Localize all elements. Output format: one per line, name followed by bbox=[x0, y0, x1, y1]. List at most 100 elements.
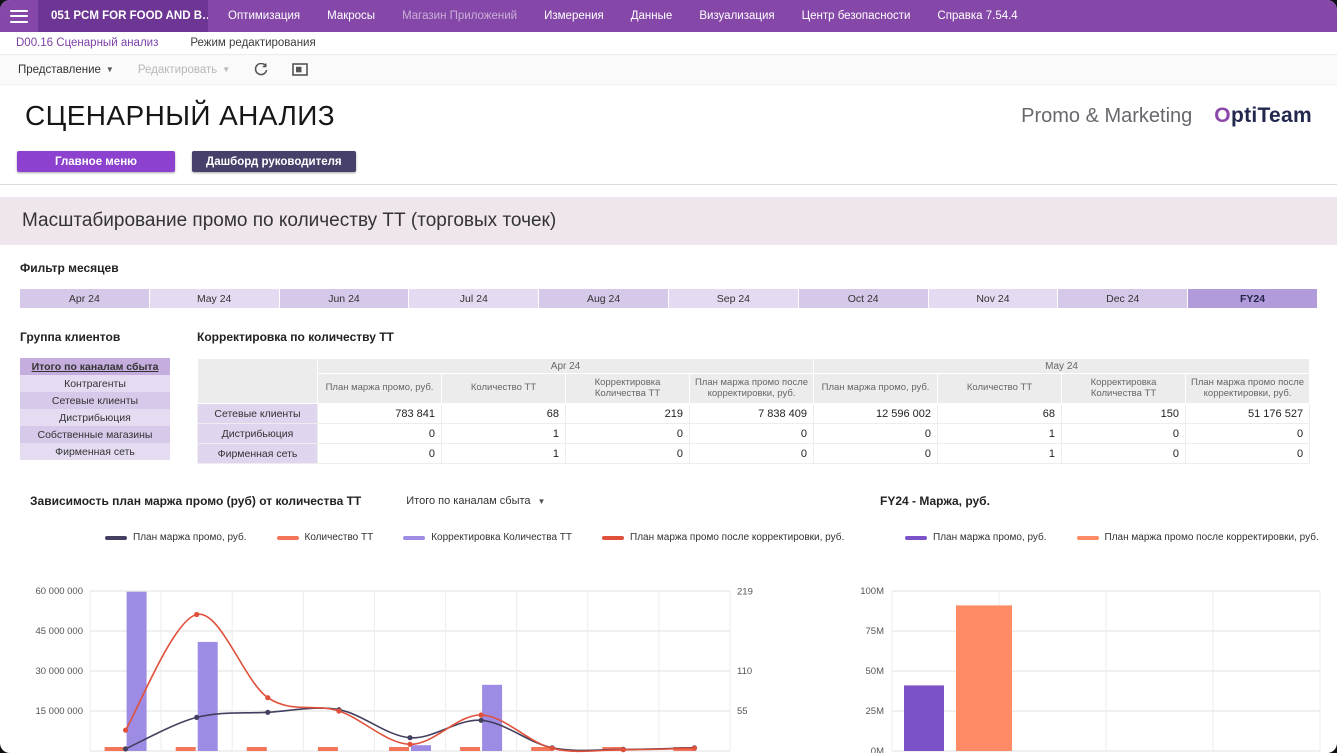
fy24-bar-chart: 100M75M50M25M0M bbox=[850, 569, 1330, 753]
page-title: СЦЕНАРНЫЙ АНАЛИЗ bbox=[25, 100, 335, 132]
topbar-menu-item[interactable]: Визуализация bbox=[699, 10, 774, 22]
table-column-header: Количество ТТ bbox=[938, 374, 1062, 404]
legend-item: План маржа промо после корректировки, ру… bbox=[1077, 532, 1319, 543]
breadcrumb-edit-mode[interactable]: Режим редактирования bbox=[190, 37, 315, 49]
charts-row: Зависимость план маржа промо (руб) от ко… bbox=[0, 494, 1337, 753]
top-menubar: 051 PCM FOR FOOD AND B… Оптимизация Макро… bbox=[0, 0, 1337, 32]
table-cell[interactable]: 0 bbox=[814, 424, 938, 444]
table-cell[interactable]: 1 bbox=[938, 444, 1062, 464]
legend-swatch bbox=[602, 536, 624, 540]
month-filter-tab[interactable]: Dec 24 bbox=[1058, 289, 1188, 308]
table-cell[interactable]: 0 bbox=[814, 444, 938, 464]
table-row-label[interactable]: Сетевые клиенты bbox=[198, 404, 318, 424]
legend-swatch bbox=[403, 536, 425, 540]
client-group-item[interactable]: Итого по каналам сбыта bbox=[20, 358, 170, 375]
adjustment-table: Apr 24May 24План маржа промо, руб.Количе… bbox=[197, 358, 1310, 464]
model-tab[interactable]: 051 PCM FOR FOOD AND B… bbox=[38, 0, 208, 32]
navigation-buttons: Главное меню Дашборд руководителя bbox=[0, 151, 1337, 185]
board-icon[interactable] bbox=[292, 63, 308, 76]
legend-swatch bbox=[105, 536, 127, 540]
breadcrumb: D00.16 Сценарный анализ Режим редактиров… bbox=[0, 32, 1337, 55]
svg-text:30 000 000: 30 000 000 bbox=[35, 666, 83, 677]
table-column-header: План маржа промо, руб. bbox=[318, 374, 442, 404]
table-corner bbox=[198, 359, 318, 404]
chart-client-group-dropdown[interactable]: Итого по каналам сбыта ▼ bbox=[406, 495, 545, 507]
combo-chart-title: Зависимость план маржа промо (руб) от ко… bbox=[30, 494, 361, 508]
table-cell[interactable]: 0 bbox=[690, 444, 814, 464]
table-cell[interactable]: 68 bbox=[938, 404, 1062, 424]
svg-text:25M: 25M bbox=[866, 706, 885, 717]
table-cell[interactable]: 0 bbox=[1062, 424, 1186, 444]
table-cell[interactable]: 783 841 bbox=[318, 404, 442, 424]
table-cell[interactable]: 1 bbox=[442, 424, 566, 444]
table-cell[interactable]: 1 bbox=[938, 424, 1062, 444]
table-month-group-header: May 24 bbox=[814, 359, 1310, 374]
table-column-header: План маржа промо после корректировки, ру… bbox=[1186, 374, 1310, 404]
adjustment-panel: Корректировка по количеству ТТ Apr 24May… bbox=[197, 330, 1310, 464]
topbar-menu-item[interactable]: Макросы bbox=[327, 10, 375, 22]
table-row-label[interactable]: Фирменная сеть bbox=[198, 444, 318, 464]
topbar-menu-item[interactable]: Данные bbox=[631, 10, 673, 22]
title-row: СЦЕНАРНЫЙ АНАЛИЗ Promo & Marketing OptiT… bbox=[0, 97, 1337, 135]
legend-swatch bbox=[1077, 536, 1099, 540]
refresh-icon[interactable] bbox=[254, 63, 268, 77]
table-cell[interactable]: 1 bbox=[442, 444, 566, 464]
month-filter-tab[interactable]: Sep 24 bbox=[669, 289, 799, 308]
table-cell[interactable]: 68 bbox=[442, 404, 566, 424]
legend-label: План маржа промо, руб. bbox=[133, 532, 247, 543]
client-group-item[interactable]: Собственные магазины bbox=[20, 426, 170, 443]
client-group-item[interactable]: Контрагенты bbox=[20, 375, 170, 392]
table-cell[interactable]: 0 bbox=[566, 444, 690, 464]
dashboard-button[interactable]: Дашборд руководителя bbox=[192, 151, 356, 172]
view-dropdown-label: Представление bbox=[18, 64, 101, 76]
topbar-menu-item[interactable]: Справка 7.54.4 bbox=[937, 10, 1017, 22]
client-group-item[interactable]: Сетевые клиенты bbox=[20, 392, 170, 409]
app-window: 051 PCM FOR FOOD AND B… Оптимизация Макро… bbox=[0, 0, 1337, 753]
view-dropdown[interactable]: Представление ▼ bbox=[18, 64, 114, 76]
table-cell[interactable]: 0 bbox=[566, 424, 690, 444]
topbar-menu-item[interactable]: Измерения bbox=[544, 10, 604, 22]
breadcrumb-dashboard-link[interactable]: D00.16 Сценарный анализ bbox=[16, 37, 158, 49]
table-row: Дистрибьюция01000100 bbox=[198, 424, 1310, 444]
month-filter-tab[interactable]: Jun 24 bbox=[280, 289, 410, 308]
svg-text:100M: 100M bbox=[860, 586, 884, 597]
table-column-header: План маржа промо, руб. bbox=[814, 374, 938, 404]
combo-chart-legend: План маржа промо, руб.Количество ТТКорре… bbox=[105, 532, 790, 543]
table-cell[interactable]: 0 bbox=[1186, 424, 1310, 444]
main-menu-button[interactable]: Главное меню bbox=[17, 151, 175, 172]
table-cell[interactable]: 51 176 527 bbox=[1186, 404, 1310, 424]
svg-text:0M: 0M bbox=[871, 746, 884, 753]
table-cell[interactable]: 0 bbox=[318, 444, 442, 464]
hamburger-menu-icon[interactable] bbox=[10, 10, 28, 23]
title-right: Promo & Marketing OptiTeam bbox=[1021, 104, 1312, 128]
table-cell[interactable]: 150 bbox=[1062, 404, 1186, 424]
table-cell[interactable]: 0 bbox=[318, 424, 442, 444]
table-cell[interactable]: 7 838 409 bbox=[690, 404, 814, 424]
table-cell[interactable]: 0 bbox=[1186, 444, 1310, 464]
month-filter-tab[interactable]: FY24 bbox=[1188, 289, 1317, 308]
month-filter-tab[interactable]: Oct 24 bbox=[799, 289, 929, 308]
month-filter-tab[interactable]: Apr 24 bbox=[20, 289, 150, 308]
table-row-label[interactable]: Дистрибьюция bbox=[198, 424, 318, 444]
table-cell[interactable]: 0 bbox=[690, 424, 814, 444]
edit-dropdown[interactable]: Редактировать ▼ bbox=[138, 64, 230, 76]
table-cell[interactable]: 0 bbox=[1062, 444, 1186, 464]
month-filter-tab[interactable]: Aug 24 bbox=[539, 289, 669, 308]
table-cell[interactable]: 219 bbox=[566, 404, 690, 424]
topbar-menu-item[interactable]: Оптимизация bbox=[228, 10, 300, 22]
month-filter-bar: Apr 24May 24Jun 24Jul 24Aug 24Sep 24Oct … bbox=[20, 289, 1317, 308]
chevron-down-icon: ▼ bbox=[538, 497, 546, 506]
legend-label: Количество ТТ bbox=[305, 532, 374, 543]
month-filter-tab[interactable]: May 24 bbox=[150, 289, 280, 308]
svg-text:110: 110 bbox=[737, 666, 752, 677]
month-filter-tab[interactable]: Jul 24 bbox=[409, 289, 539, 308]
legend-label: План маржа промо, руб. bbox=[933, 532, 1047, 543]
client-group-item[interactable]: Дистрибьюция bbox=[20, 409, 170, 426]
topbar-menu-item[interactable]: Магазин Приложений bbox=[402, 10, 517, 22]
month-filter-tab[interactable]: Nov 24 bbox=[929, 289, 1059, 308]
client-group-item[interactable]: Фирменная сеть bbox=[20, 443, 170, 460]
legend-swatch bbox=[905, 536, 927, 540]
topbar-menu-item[interactable]: Центр безопасности bbox=[802, 10, 911, 22]
table-cell[interactable]: 12 596 002 bbox=[814, 404, 938, 424]
table-column-header: План маржа промо после корректировки, ру… bbox=[690, 374, 814, 404]
